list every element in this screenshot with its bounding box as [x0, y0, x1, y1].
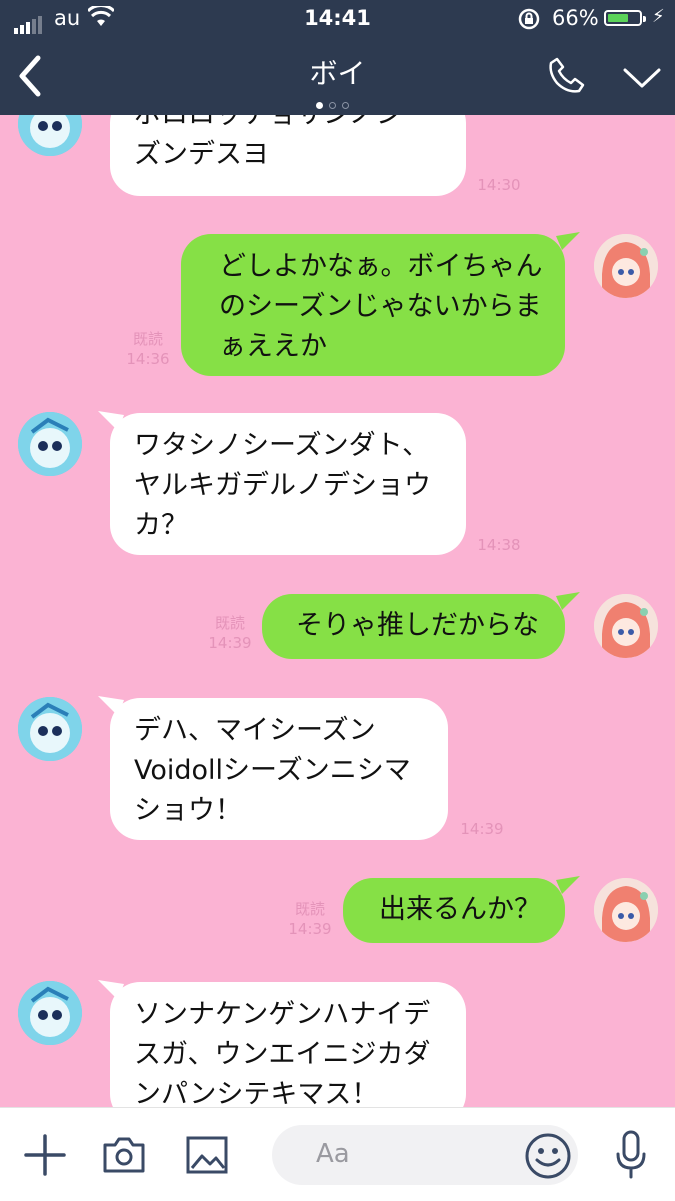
message-bubble-outgoing[interactable]: どしよかなぁ。ボイちゃん のシーズンじゃないからま ぁええか: [181, 234, 565, 376]
camera-icon[interactable]: [102, 1136, 146, 1178]
message-line: のシーズンじゃないからま: [219, 291, 542, 322]
input-bar: Aa: [0, 1107, 675, 1201]
user-avatar[interactable]: [594, 594, 658, 658]
message-line: ポロロッチョサンノシー: [134, 115, 442, 135]
message-read-status: 既読 14:36: [118, 329, 178, 369]
bot-avatar[interactable]: [18, 697, 82, 761]
rotation-lock-icon: [518, 8, 542, 35]
message-time: 14:36: [126, 350, 170, 368]
bubble-tail: [556, 232, 580, 250]
message-bubble-outgoing[interactable]: 出来るんか？: [343, 878, 565, 943]
charging-icon: ⚡: [652, 6, 665, 27]
message-time: 14:38: [477, 536, 521, 554]
message-line: ぁええか: [219, 331, 327, 362]
message-bubble-outgoing[interactable]: そりゃ推しだからな: [262, 594, 565, 659]
message-read-status: 既読 14:39: [280, 899, 340, 939]
page-dot-active: [316, 102, 323, 109]
bot-avatar[interactable]: [18, 981, 82, 1045]
status-bar: au 14:41 66% ⚡: [0, 0, 675, 38]
message-time: 14:39: [460, 820, 504, 838]
read-label: 既読: [294, 900, 325, 918]
user-avatar[interactable]: [594, 234, 658, 298]
message-line: Voidollシーズンニシマ: [134, 755, 411, 786]
message-bubble-incoming[interactable]: ワタシノシーズンダト、 ヤルキガデルノデショウ カ？: [110, 413, 466, 555]
message-line: ズンデスヨ: [134, 139, 269, 170]
message-time: 14:30: [477, 176, 521, 194]
message-line: 出来るんか？: [379, 894, 541, 925]
message-line: ソンナケンゲンハナイデ: [134, 999, 431, 1030]
chat-area[interactable]: ポロロッチョサンノシー ズンデスヨ 14:30 どしよかなぁ。ボイちゃん のシー…: [0, 115, 675, 1107]
message-time: 14:39: [208, 634, 252, 652]
message-line: スガ、ウンエイニジカダ: [134, 1039, 431, 1070]
message-line: そりゃ推しだからな: [296, 610, 539, 641]
message-bubble-incoming[interactable]: デハ、マイシーズン Voidollシーズンニシマ ショウ！: [110, 698, 448, 840]
message-read-status: 既読 14:39: [200, 613, 260, 653]
message-input-placeholder: Aa: [316, 1139, 350, 1169]
bubble-tail: [556, 592, 580, 610]
message-line: ショウ！: [134, 795, 242, 826]
bot-avatar[interactable]: [18, 412, 82, 476]
bot-avatar[interactable]: [18, 115, 82, 156]
message-line: デハ、マイシーズン: [134, 715, 376, 746]
plus-icon[interactable]: [24, 1134, 66, 1180]
page-dot: [329, 102, 336, 109]
message-bubble-incoming[interactable]: ポロロッチョサンノシー ズンデスヨ: [110, 115, 466, 196]
chevron-down-icon[interactable]: [621, 62, 663, 92]
read-label: 既読: [214, 614, 245, 632]
page-dot: [342, 102, 349, 109]
battery-fill: [608, 14, 628, 22]
message-line: カ？: [134, 510, 188, 541]
battery-icon: [604, 10, 646, 26]
app-header-area: au 14:41 66% ⚡ ボイ: [0, 0, 675, 115]
read-label: 既読: [132, 330, 163, 348]
emoji-icon[interactable]: [524, 1132, 572, 1184]
message-line: どしよかなぁ。ボイちゃん: [219, 251, 543, 282]
image-icon[interactable]: [186, 1136, 228, 1178]
message-bubble-incoming[interactable]: ソンナケンゲンハナイデ スガ、ウンエイニジカダ ンパンシテキマス！: [110, 982, 466, 1107]
microphone-icon[interactable]: [614, 1130, 648, 1184]
message-line: ワタシノシーズンダト、: [134, 430, 430, 461]
message-time: 14:39: [288, 920, 332, 938]
message-line: ヤルキガデルノデショウ: [134, 470, 431, 501]
battery-percent: 66%: [552, 6, 599, 30]
page-indicator: [313, 94, 352, 113]
phone-icon[interactable]: [547, 55, 587, 95]
message-line: ンパンシテキマス！: [134, 1079, 379, 1107]
user-avatar[interactable]: [594, 878, 658, 942]
battery-nub: [643, 16, 646, 22]
bubble-tail: [556, 876, 580, 894]
